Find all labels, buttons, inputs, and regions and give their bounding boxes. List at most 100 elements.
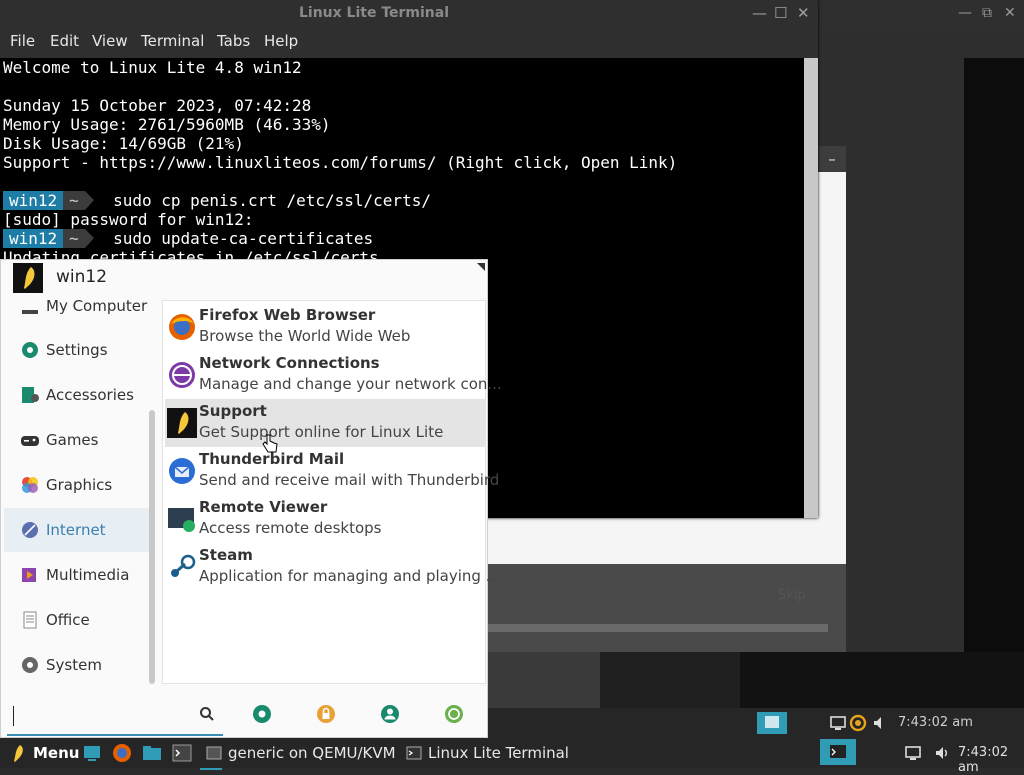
prompt-user: win12 (3, 191, 64, 210)
system-gear-icon (22, 657, 38, 673)
terminal-menubar: File Edit View Terminal Tabs Help (0, 28, 818, 58)
display-icon[interactable] (904, 745, 922, 761)
workspace-switcher[interactable] (820, 739, 856, 765)
settings-manager-icon[interactable] (252, 704, 272, 724)
task-label: Linux Lite Terminal (428, 744, 569, 762)
task-qemu[interactable]: generic on QEMU/KVM (204, 738, 400, 768)
close-icon[interactable]: ✕ (1004, 5, 1016, 21)
start-menu-footer (1, 690, 487, 738)
firefox-icon (169, 314, 195, 340)
category-multimedia[interactable]: Multimedia (4, 553, 151, 597)
clock: 7:43:02 am (958, 745, 1009, 775)
guest-volume-icon[interactable] (871, 714, 889, 732)
file-manager-icon[interactable] (142, 743, 162, 763)
multimedia-icon (22, 568, 36, 582)
show-desktop-icon[interactable] (82, 743, 102, 763)
app-firefox[interactable]: Firefox Web Browser Browse the World Wid… (165, 303, 485, 351)
avatar[interactable] (13, 263, 43, 293)
category-internet[interactable]: Internet (4, 508, 151, 552)
category-games[interactable]: Games (4, 418, 151, 462)
text-cursor (13, 706, 14, 726)
app-name: Support (199, 402, 267, 420)
feather-logo-icon (14, 745, 23, 762)
terminal-line: Support - https://www.linuxliteos.com/fo… (3, 153, 678, 172)
terminal-line: Memory Usage: 2761/5960MB (46.33%) (3, 115, 331, 134)
category-label: Office (46, 611, 90, 629)
firefox-launcher-icon[interactable] (112, 743, 132, 763)
lock-icon[interactable] (316, 704, 336, 724)
category-scrollbar[interactable] (149, 410, 155, 684)
dialog-minimize-button[interactable]: – (818, 146, 846, 172)
app-network-connections[interactable]: Network Connections Manage and change yo… (165, 351, 502, 399)
category-label: Internet (46, 521, 106, 539)
background-window: — ⧉ ✕ (818, 0, 1024, 738)
category-label: Games (46, 431, 99, 449)
menu-help[interactable]: Help (264, 32, 298, 50)
app-name: Steam (199, 546, 253, 564)
app-description: Get Support online for Linux Lite (199, 423, 444, 441)
menu-file[interactable]: File (10, 32, 35, 50)
resize-corner-icon[interactable] (477, 263, 485, 271)
app-remote-viewer[interactable]: Remote Viewer Access remote desktops (165, 495, 485, 543)
maximize-icon[interactable]: ☐ (774, 4, 787, 22)
restore-icon[interactable]: ⧉ (982, 5, 992, 21)
gamepad-icon (21, 436, 39, 446)
app-thunderbird[interactable]: Thunderbird Mail Send and receive mail w… (165, 447, 499, 495)
graphics-icon (22, 477, 38, 493)
volume-icon[interactable] (934, 745, 952, 761)
skip-button[interactable]: Skip (778, 588, 806, 603)
category-my-computer[interactable]: My Computer (4, 296, 151, 328)
menu-terminal[interactable]: Terminal (141, 32, 204, 50)
power-icon[interactable] (444, 704, 464, 724)
app-steam[interactable]: Steam Application for managing and playi… (165, 543, 500, 591)
task-label: generic on QEMU/KVM (228, 744, 396, 762)
category-label: Graphics (46, 476, 113, 494)
category-settings[interactable]: Settings (4, 328, 151, 372)
minimize-icon[interactable]: — (752, 4, 767, 22)
menu-edit[interactable]: Edit (50, 32, 79, 50)
app-description: Application for managing and playing ... (199, 567, 500, 585)
search-icon[interactable] (199, 706, 215, 722)
username: win12 (56, 267, 108, 287)
terminal-line: Welcome to Linux Lite 4.8 win12 (3, 58, 302, 77)
menu-tabs[interactable]: Tabs (217, 32, 250, 50)
category-label: My Computer (46, 297, 148, 315)
guest-workspace-icon[interactable] (757, 712, 787, 734)
terminal-scrollbar[interactable] (804, 58, 818, 518)
category-system[interactable]: System (4, 643, 151, 687)
terminal-icon (406, 746, 422, 760)
category-accessories[interactable]: Accessories (4, 373, 151, 417)
thunderbird-icon (169, 458, 195, 484)
search-input[interactable] (11, 702, 195, 722)
window-title: Linux Lite Terminal (298, 5, 450, 21)
minimize-icon[interactable]: — (958, 5, 972, 21)
menu-button[interactable]: Menu (0, 738, 80, 768)
internet-icon (22, 522, 38, 538)
search-box[interactable] (7, 694, 223, 736)
category-office[interactable]: Office (4, 598, 151, 642)
task-terminal[interactable]: Linux Lite Terminal (404, 738, 604, 768)
app-description: Access remote desktops (199, 519, 382, 537)
user-icon[interactable] (380, 704, 400, 724)
guest-display-icon[interactable] (829, 714, 847, 732)
dialog-panel (818, 172, 846, 564)
command-text: sudo update-ca-certificates (113, 229, 374, 248)
category-graphics[interactable]: Graphics (4, 463, 151, 507)
taskbar: Menu generic on QEMU/KVM Linux Lite Term… (0, 738, 1024, 775)
background-window-titlebar: — ⧉ ✕ (818, 0, 1024, 28)
terminal-launcher-icon[interactable] (172, 743, 192, 763)
guest-update-icon[interactable] (849, 714, 867, 732)
menu-view[interactable]: View (92, 32, 128, 50)
accessories-icon (22, 387, 39, 403)
network-icon (169, 362, 195, 388)
app-name: Firefox Web Browser (199, 306, 376, 324)
app-description: Manage and change your network con... (199, 375, 502, 393)
menu-label: Menu (33, 744, 80, 762)
prompt-dir: ~ (63, 229, 85, 248)
terminal-titlebar[interactable]: Linux Lite Terminal — ☐ ✕ (0, 0, 818, 28)
app-support[interactable]: Support Get Support online for Linux Lit… (165, 399, 485, 447)
close-icon[interactable]: ✕ (797, 4, 810, 22)
prompt-dir: ~ (63, 191, 85, 210)
